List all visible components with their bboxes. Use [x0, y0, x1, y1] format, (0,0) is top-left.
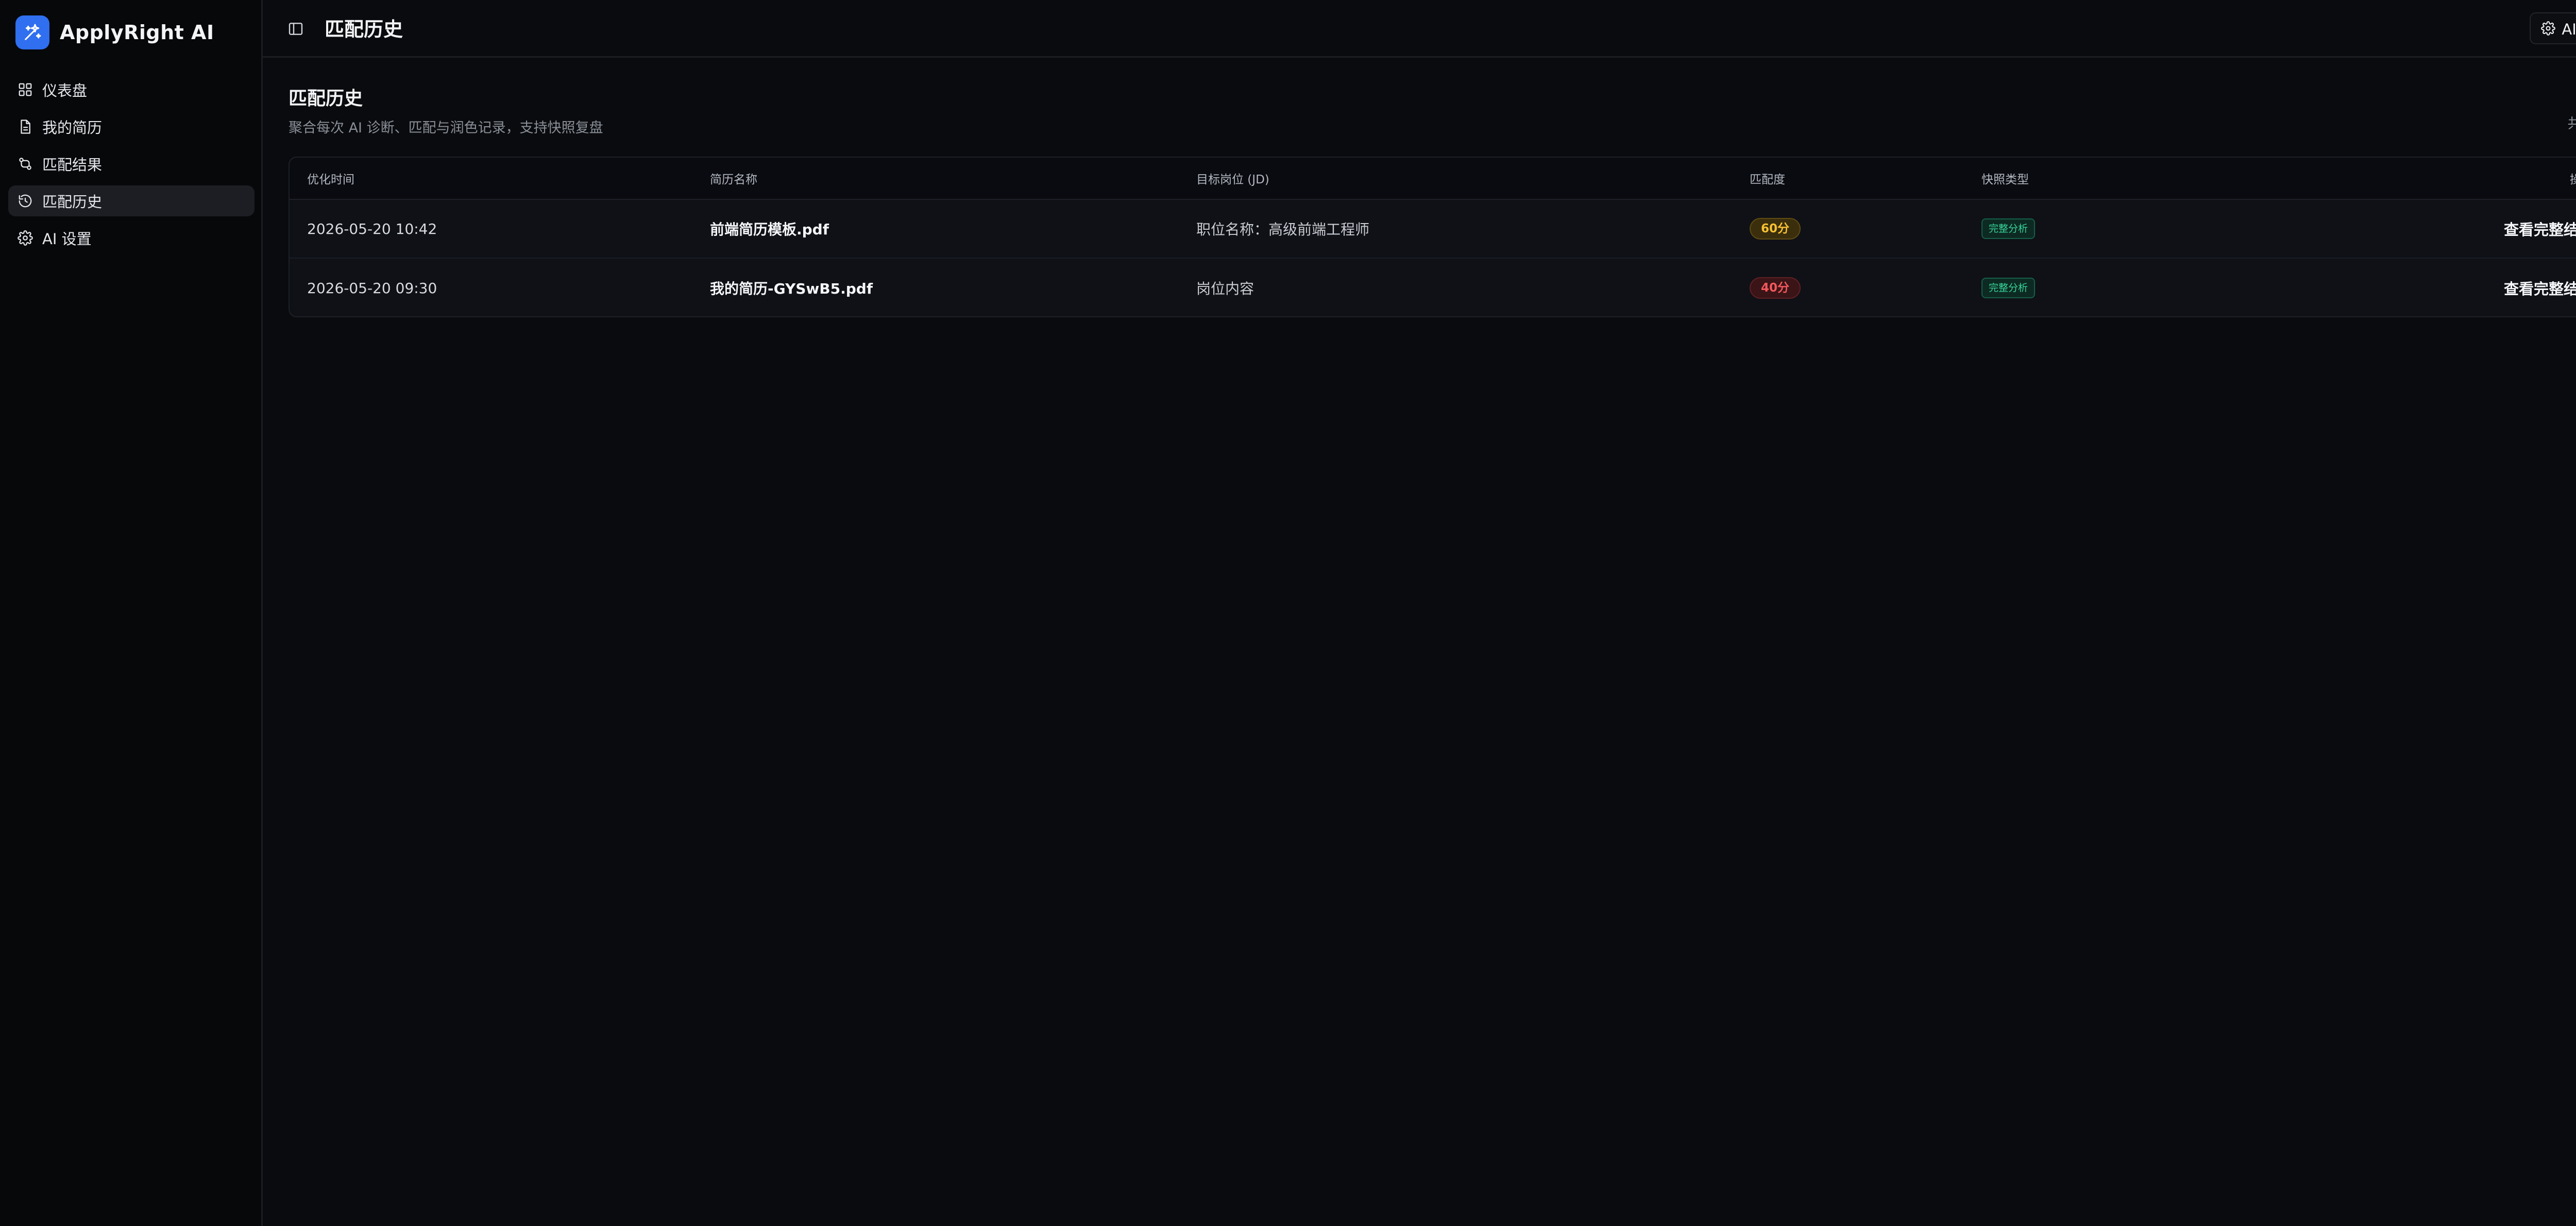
cell-action: 查看完整结果: [2394, 272, 2576, 304]
brand-logo-icon: [15, 15, 49, 49]
document-icon: [18, 119, 33, 134]
sidebar-item-label: 匹配结果: [42, 156, 103, 174]
compare-icon: [18, 156, 33, 172]
snapshot-type-badge: 完整分析: [1981, 218, 2036, 239]
cell-job: 职位名称：高级前端工程师: [1196, 221, 1370, 238]
sidebar-item-label: AI 设置: [42, 230, 92, 248]
view-full-result-button[interactable]: 查看完整结果: [2504, 272, 2576, 304]
score-badge: 40分: [1750, 277, 1801, 299]
brand[interactable]: ApplyRight AI: [15, 15, 214, 49]
table-row: 2026-05-20 09:30 我的简历-GYSwB5.pdf 岗位内容 40…: [290, 259, 2576, 316]
column-header-resume: 简历名称: [710, 173, 757, 186]
gear-icon: [18, 230, 33, 246]
app-root: ApplyRight AI 仪表盘 我的简历 匹配结果 匹配历史 AI 设置 匹…: [0, 0, 2576, 1226]
cell-time: 2026-05-20 10:42: [307, 220, 437, 237]
snapshot-type-badge: 完整分析: [1981, 278, 2036, 298]
page-title: 匹配历史: [289, 88, 363, 109]
cell-action: 查看完整结果: [2394, 213, 2576, 245]
sidebar-item-label: 仪表盘: [42, 82, 88, 99]
sidebar-item-label: 匹配历史: [42, 193, 103, 211]
sidebar-item-label: 我的简历: [42, 119, 103, 137]
sidebar-item-ai-settings[interactable]: AI 设置: [8, 223, 255, 253]
sidebar-item-match-results[interactable]: 匹配结果: [8, 148, 255, 179]
cell-resume: 我的简历-GYSwB5.pdf: [710, 280, 873, 297]
ai-settings-label: AI 设置: [2562, 21, 2576, 38]
main-content: 匹配历史 AI 设置 匹配历史 聚合每次 AI 诊断、匹配与润色记录，支持快照复…: [263, 0, 2576, 1226]
ai-settings-button[interactable]: AI 设置: [2530, 12, 2576, 44]
sidebar-toggle-button[interactable]: [285, 19, 306, 39]
column-header-time: 优化时间: [307, 173, 354, 186]
sidebar-toggle-icon: [289, 23, 303, 35]
cell-resume: 前端简历模板.pdf: [710, 221, 829, 238]
sidebar-item-dashboard[interactable]: 仪表盘: [8, 74, 255, 105]
sidebar-item-match-history[interactable]: 匹配历史: [8, 185, 255, 216]
table-row: 2026-05-20 10:42 前端简历模板.pdf 职位名称：高级前端工程师…: [290, 200, 2576, 259]
history-table: 优化时间 简历名称 目标岗位 (JD) 匹配度 快照类型 操作 2026-05-…: [289, 157, 2576, 317]
column-header-score: 匹配度: [1750, 173, 1785, 186]
cell-time: 2026-05-20 09:30: [307, 279, 437, 297]
page-header: 匹配历史 聚合每次 AI 诊断、匹配与润色记录，支持快照复盘: [289, 83, 603, 137]
topbar: 匹配历史 AI 设置: [263, 0, 2576, 58]
view-full-result-button[interactable]: 查看完整结果: [2504, 213, 2576, 245]
score-badge: 60分: [1750, 218, 1801, 240]
table-header: 优化时间 简历名称 目标岗位 (JD) 匹配度 快照类型 操作: [290, 158, 2576, 200]
cell-type: 完整分析: [1981, 218, 2394, 239]
record-count: 共 2 条: [2567, 116, 2576, 132]
cell-type: 完整分析: [1981, 278, 2394, 298]
sidebar-nav: 仪表盘 我的简历 匹配结果 匹配历史 AI 设置: [8, 74, 255, 260]
history-icon: [18, 193, 33, 209]
cell-job: 岗位内容: [1196, 280, 1255, 297]
brand-name: ApplyRight AI: [60, 21, 214, 44]
page-subtitle: 聚合每次 AI 诊断、匹配与润色记录，支持快照复盘: [289, 120, 603, 136]
column-header-job: 目标岗位 (JD): [1196, 173, 1269, 186]
topbar-title: 匹配历史: [325, 18, 403, 41]
cell-score: 40分: [1750, 277, 1981, 299]
dashboard-icon: [18, 82, 33, 97]
sidebar: ApplyRight AI 仪表盘 我的简历 匹配结果 匹配历史 AI 设置: [0, 0, 263, 1226]
gear-icon: [2541, 21, 2556, 36]
column-header-action: 操作: [2394, 169, 2576, 187]
column-header-type: 快照类型: [1981, 173, 2029, 186]
cell-score: 60分: [1750, 218, 1981, 240]
sidebar-item-my-resume[interactable]: 我的简历: [8, 111, 255, 142]
